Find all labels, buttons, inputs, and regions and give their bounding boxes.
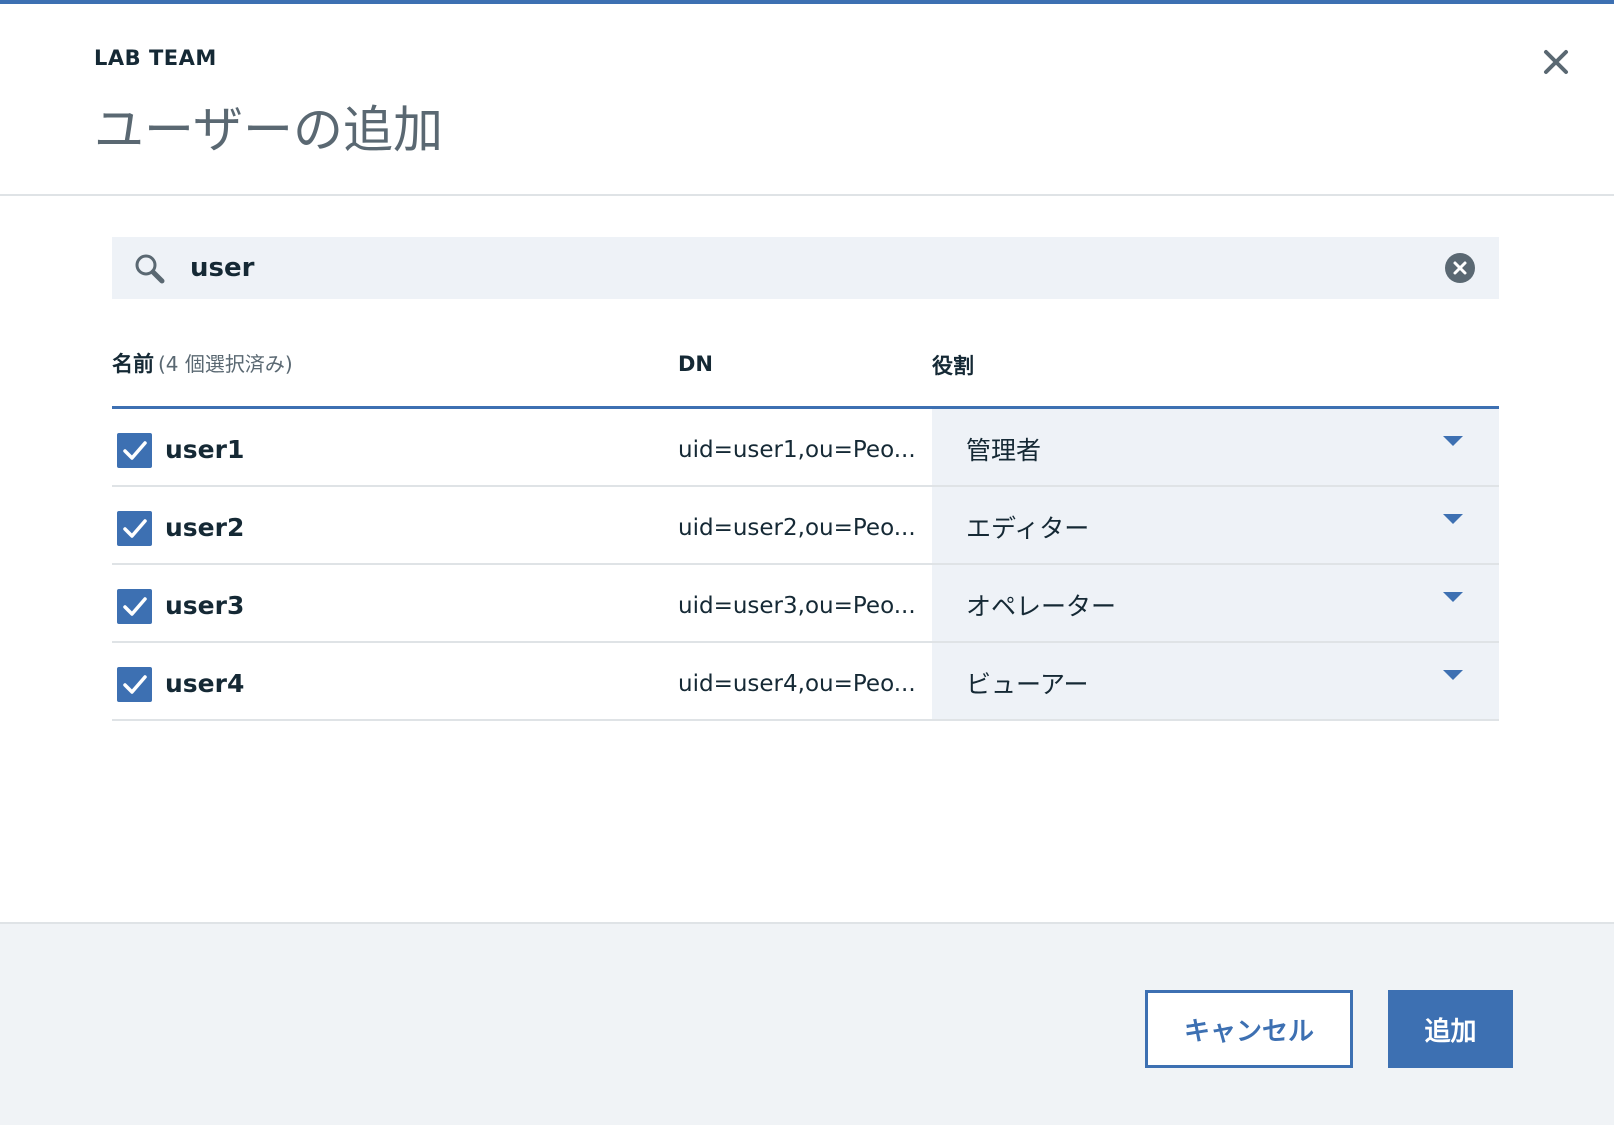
- checkmark-icon: [123, 675, 147, 694]
- role-dropdown-value: オペレーター: [966, 592, 1117, 621]
- user-name: user1: [165, 435, 245, 464]
- add-users-modal: LAB TEAM ユーザーの追加 名前(4 個選択済み) DN 役割: [0, 0, 1614, 1125]
- table-row: user2 uid=user2,ou=Peo... エディター: [112, 487, 1499, 565]
- checkmark-icon: [123, 597, 147, 616]
- column-header-dn[interactable]: DN: [678, 352, 713, 376]
- column-header-name[interactable]: 名前 (4 個選択済み): [112, 348, 293, 378]
- table-row: user3 uid=user3,ou=Peo... オペレーター: [112, 565, 1499, 643]
- user-name: user4: [165, 669, 245, 698]
- role-dropdown[interactable]: 管理者: [932, 409, 1499, 485]
- table-row: user1 uid=user1,ou=Peo... 管理者: [112, 409, 1499, 487]
- caret-down-icon: [1442, 512, 1464, 526]
- modal-header: LAB TEAM ユーザーの追加: [0, 4, 1614, 196]
- caret-down-icon: [1442, 668, 1464, 682]
- role-dropdown-value: 管理者: [966, 436, 1042, 465]
- row-checkbox[interactable]: [117, 589, 152, 624]
- search-input[interactable]: [190, 247, 1390, 289]
- role-dropdown[interactable]: オペレーター: [932, 565, 1499, 641]
- search-icon: [132, 251, 168, 287]
- role-dropdown[interactable]: ビューアー: [932, 643, 1499, 719]
- user-dn: uid=user4,ou=Peo...: [678, 671, 916, 697]
- checkmark-icon: [123, 441, 147, 460]
- close-icon: [1544, 50, 1568, 74]
- role-dropdown-value: ビューアー: [966, 670, 1089, 699]
- row-checkbox[interactable]: [117, 433, 152, 468]
- add-button[interactable]: 追加: [1388, 990, 1513, 1068]
- search-bar: [112, 237, 1499, 299]
- role-dropdown[interactable]: エディター: [932, 487, 1499, 563]
- role-dropdown-value: エディター: [966, 514, 1090, 543]
- user-dn: uid=user3,ou=Peo...: [678, 593, 916, 619]
- table-row: user4 uid=user4,ou=Peo... ビューアー: [112, 643, 1499, 721]
- row-checkbox[interactable]: [117, 667, 152, 702]
- clear-circle-icon: [1445, 253, 1475, 283]
- table-body: user1 uid=user1,ou=Peo... 管理者 user2 uid=…: [112, 409, 1499, 721]
- caret-down-icon: [1442, 434, 1464, 448]
- table-header: 名前 (4 個選択済み) DN 役割: [112, 340, 1499, 410]
- modal-footer: キャンセル 追加: [0, 922, 1614, 1125]
- selection-count: (4 個選択済み): [158, 352, 293, 376]
- modal-title: ユーザーの追加: [94, 101, 443, 159]
- checkmark-icon: [123, 519, 147, 538]
- user-name: user3: [165, 591, 245, 620]
- user-dn: uid=user1,ou=Peo...: [678, 437, 916, 463]
- close-button[interactable]: [1538, 44, 1574, 80]
- user-dn: uid=user2,ou=Peo...: [678, 515, 916, 541]
- search-clear-button[interactable]: [1444, 252, 1476, 284]
- cancel-button[interactable]: キャンセル: [1145, 990, 1353, 1068]
- row-checkbox[interactable]: [117, 511, 152, 546]
- column-header-role[interactable]: 役割: [932, 350, 974, 380]
- user-name: user2: [165, 513, 245, 542]
- caret-down-icon: [1442, 590, 1464, 604]
- modal-eyebrow: LAB TEAM: [94, 46, 217, 70]
- column-header-name-label: 名前: [112, 352, 154, 376]
